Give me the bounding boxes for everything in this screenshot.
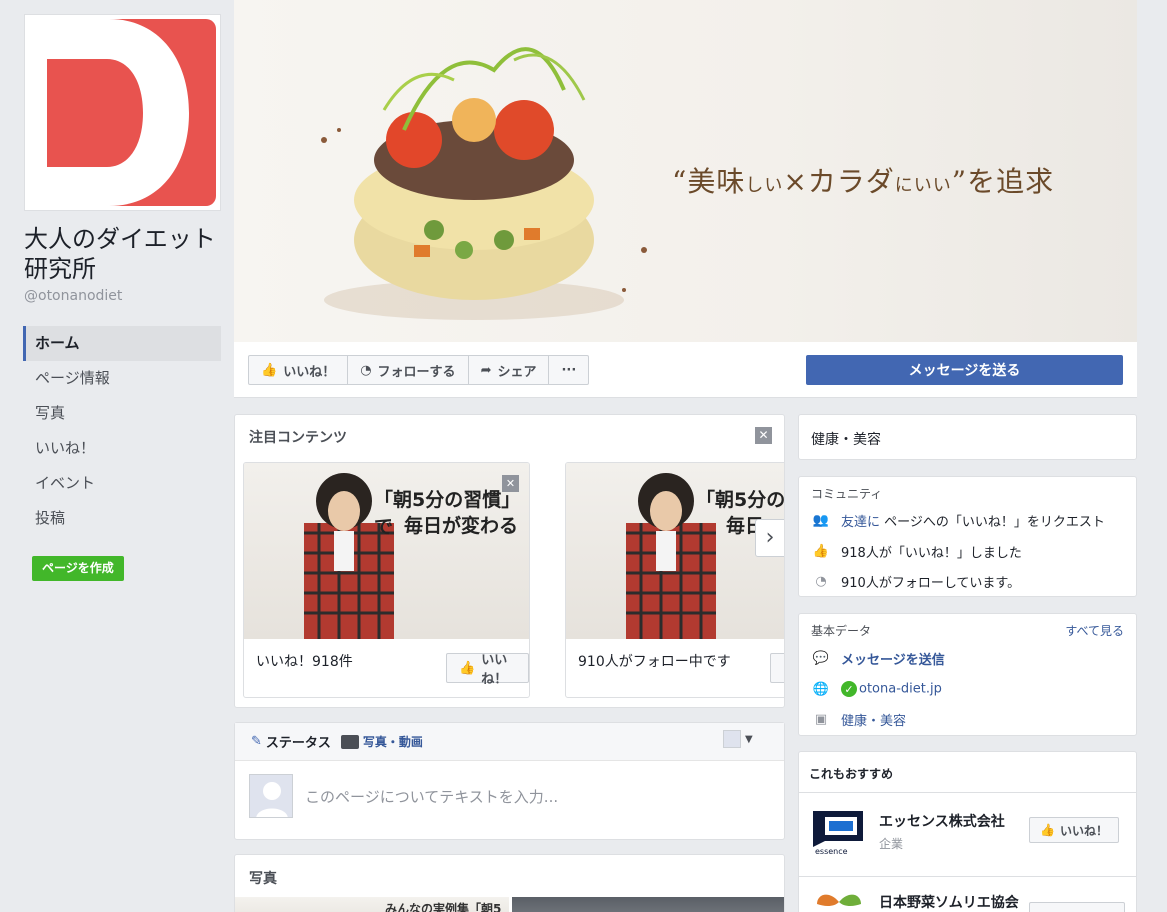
sommelier-logo — [811, 888, 867, 912]
composer-tabs: ✎ ステータス 写真・動画 — [235, 723, 784, 761]
featured-content-card: 注目コンテンツ ✕ 「朝5分の習慣」で 毎日が変わる ✕ いいね！918件 👍 … — [234, 414, 785, 708]
like-button[interactable]: 👍 いいね！ — [249, 356, 349, 384]
featured-item[interactable]: 「朝5分の 毎日 910人がフォロー中です — [565, 462, 785, 698]
recommendations-title: これもおすすめ — [809, 767, 894, 781]
community-title[interactable]: コミュニティ — [811, 485, 882, 502]
featured-like-button[interactable]: 👍 いいね！ — [446, 653, 529, 687]
page-action-buttons: 👍 いいね！ ◔ フォローする ➦ シェア ··· — [248, 355, 590, 385]
featured-headline: 「朝5分の — [696, 489, 785, 511]
recommendations-card: これもおすすめ essence エッセンス株式会社 企業 👍 いいね！ 日本野菜… — [798, 751, 1137, 912]
page-name[interactable]: 大人のダイエット研究所 — [24, 224, 224, 284]
post-as-selector[interactable]: ▼ — [723, 730, 753, 748]
basic-info-title[interactable]: 基本データ — [811, 622, 871, 639]
category-tag-icon: ▣ — [814, 712, 828, 727]
photos-title[interactable]: 写真 — [249, 868, 277, 888]
pencil-icon: ✎ — [251, 734, 262, 749]
photo-thumbnail[interactable]: みんなの実例集「朝5 — [235, 897, 509, 912]
photo-strip: みんなの実例集「朝5 — [235, 897, 784, 912]
cover-photo[interactable]: “美味しい×カラダにいい”を追求 — [234, 0, 1137, 342]
featured-caption: いいね！918件 — [256, 654, 353, 670]
recommended-page-name[interactable]: エッセンス株式会社 — [879, 811, 1005, 831]
thumbs-up-icon: 👍 — [1040, 823, 1055, 837]
rss-icon: ◔ — [360, 362, 372, 378]
recommended-page-category: 企業 — [879, 837, 904, 851]
caret-down-icon: ▼ — [745, 733, 753, 745]
camera-icon — [340, 734, 359, 749]
essence-logo: essence — [811, 807, 867, 859]
tab-photo-video[interactable]: 写真・動画 — [340, 733, 423, 750]
composer-body[interactable]: このページについてテキストを入力... — [249, 774, 558, 818]
thumbs-up-icon: 👍 — [261, 362, 278, 378]
send-message-button[interactable]: メッセージを送る — [806, 355, 1123, 385]
invite-friends-link[interactable]: 友達に — [841, 515, 880, 530]
recommended-page[interactable]: essence エッセンス株式会社 企業 👍 いいね！ — [811, 807, 1131, 867]
user-avatar-icon — [249, 774, 293, 818]
recommended-page[interactable]: 日本野菜ソムリエ協会 — [811, 888, 1131, 912]
messenger-icon: 💬 — [812, 651, 830, 666]
left-column: 大人のダイエット研究所 @otonanodiet ホーム ページ情報 写真 いい… — [0, 0, 234, 912]
message-row: 💬 メッセージを送信 — [811, 649, 945, 668]
community-card: コミュニティ 👥 友達に ページへの「いいね！」をリクエスト 👍 918人が「い… — [798, 476, 1137, 597]
tab-status[interactable]: ✎ ステータス — [251, 732, 331, 751]
featured-image: 「朝5分の 毎日 — [566, 463, 785, 639]
photo-thumbnail[interactable] — [512, 897, 784, 912]
nav-item-events[interactable]: イベント — [23, 466, 221, 501]
featured-caption: 910人がフォロー中です — [578, 654, 731, 670]
invite-friends-row: 👥 友達に ページへの「いいね！」をリクエスト — [812, 513, 1105, 530]
share-button[interactable]: ➦ シェア — [469, 356, 550, 384]
photos-card: 写真 みんなの実例集「朝5 — [234, 854, 785, 912]
featured-image: 「朝5分の習慣」で 毎日が変わる ✕ — [244, 463, 529, 639]
side-nav: ホーム ページ情報 写真 いいね！ イベント 投稿 — [23, 326, 221, 536]
follows-row: ◔ 910人がフォローしています。 — [811, 572, 1020, 591]
cover-food-image — [321, 47, 647, 320]
divider — [799, 876, 1136, 877]
composer-placeholder[interactable]: このページについてテキストを入力... — [305, 786, 558, 807]
cover-tagline: “美味しい×カラダにいい”を追求 — [672, 165, 1055, 198]
verified-check-icon: ✓ — [841, 681, 857, 697]
nav-item-about[interactable]: ページ情報 — [23, 361, 221, 396]
share-arrow-icon: ➦ — [480, 362, 492, 378]
friends-icon: 👥 — [812, 513, 830, 528]
user-avatar-icon — [723, 730, 741, 748]
likes-row: 👍 918人が「いいね！」しました — [812, 544, 1022, 561]
category-link[interactable]: 健康・美容 — [841, 710, 906, 729]
nav-item-posts[interactable]: 投稿 — [23, 501, 221, 536]
action-bar: 👍 いいね！ ◔ フォローする ➦ シェア ··· メッセージを送る — [234, 342, 1137, 398]
website-row: 🌐 ✓ otona-diet.jp — [811, 681, 942, 697]
chevron-right-icon[interactable]: › — [755, 519, 784, 557]
basic-info-card: 基本データ すべて見る 💬 メッセージを送信 🌐 ✓ otona-diet.jp … — [798, 613, 1137, 736]
globe-icon: 🌐 — [812, 681, 830, 697]
featured-follow-button[interactable] — [770, 653, 784, 683]
featured-title: 注目コンテンツ — [249, 430, 347, 446]
thumbs-up-icon: 👍 — [459, 660, 476, 676]
divider — [799, 792, 1136, 793]
category-card: 健康・美容 — [798, 414, 1137, 460]
profile-logo — [29, 19, 216, 206]
nav-item-photos[interactable]: 写真 — [23, 396, 221, 431]
website-link[interactable]: otona-diet.jp — [859, 682, 942, 697]
create-page-button[interactable]: ページを作成 — [32, 556, 124, 581]
more-button[interactable]: ··· — [549, 356, 588, 384]
featured-headline-2: 毎日が変わる — [404, 515, 519, 537]
post-composer: ✎ ステータス 写真・動画 ▼ このページについてテキストを入力... — [234, 722, 785, 840]
nav-item-likes[interactable]: いいね！ — [23, 431, 221, 466]
category-text: 健康・美容 — [811, 432, 881, 448]
page-handle: @otonanodiet — [24, 288, 123, 304]
recommended-like-button[interactable]: 👍 いいね！ — [1029, 817, 1119, 843]
featured-item[interactable]: 「朝5分の習慣」で 毎日が変わる ✕ いいね！918件 👍 いいね！ — [243, 462, 530, 698]
brand-d-logo — [29, 19, 216, 206]
close-icon[interactable]: ✕ — [502, 475, 519, 492]
close-icon[interactable]: ✕ — [755, 427, 772, 444]
profile-picture[interactable] — [24, 14, 221, 211]
see-all-link[interactable]: すべて見る — [1065, 622, 1124, 639]
rss-icon: ◔ — [815, 574, 827, 589]
recommended-page-name[interactable]: 日本野菜ソムリエ協会 — [879, 892, 1019, 912]
send-message-link[interactable]: メッセージを送信 — [841, 649, 945, 668]
nav-item-home[interactable]: ホーム — [23, 326, 221, 361]
category-row: ▣ 健康・美容 — [811, 710, 906, 729]
follow-button[interactable]: ◔ フォローする — [348, 356, 469, 384]
recommended-like-button[interactable] — [1029, 902, 1125, 912]
thumbs-up-icon: 👍 — [812, 544, 830, 559]
